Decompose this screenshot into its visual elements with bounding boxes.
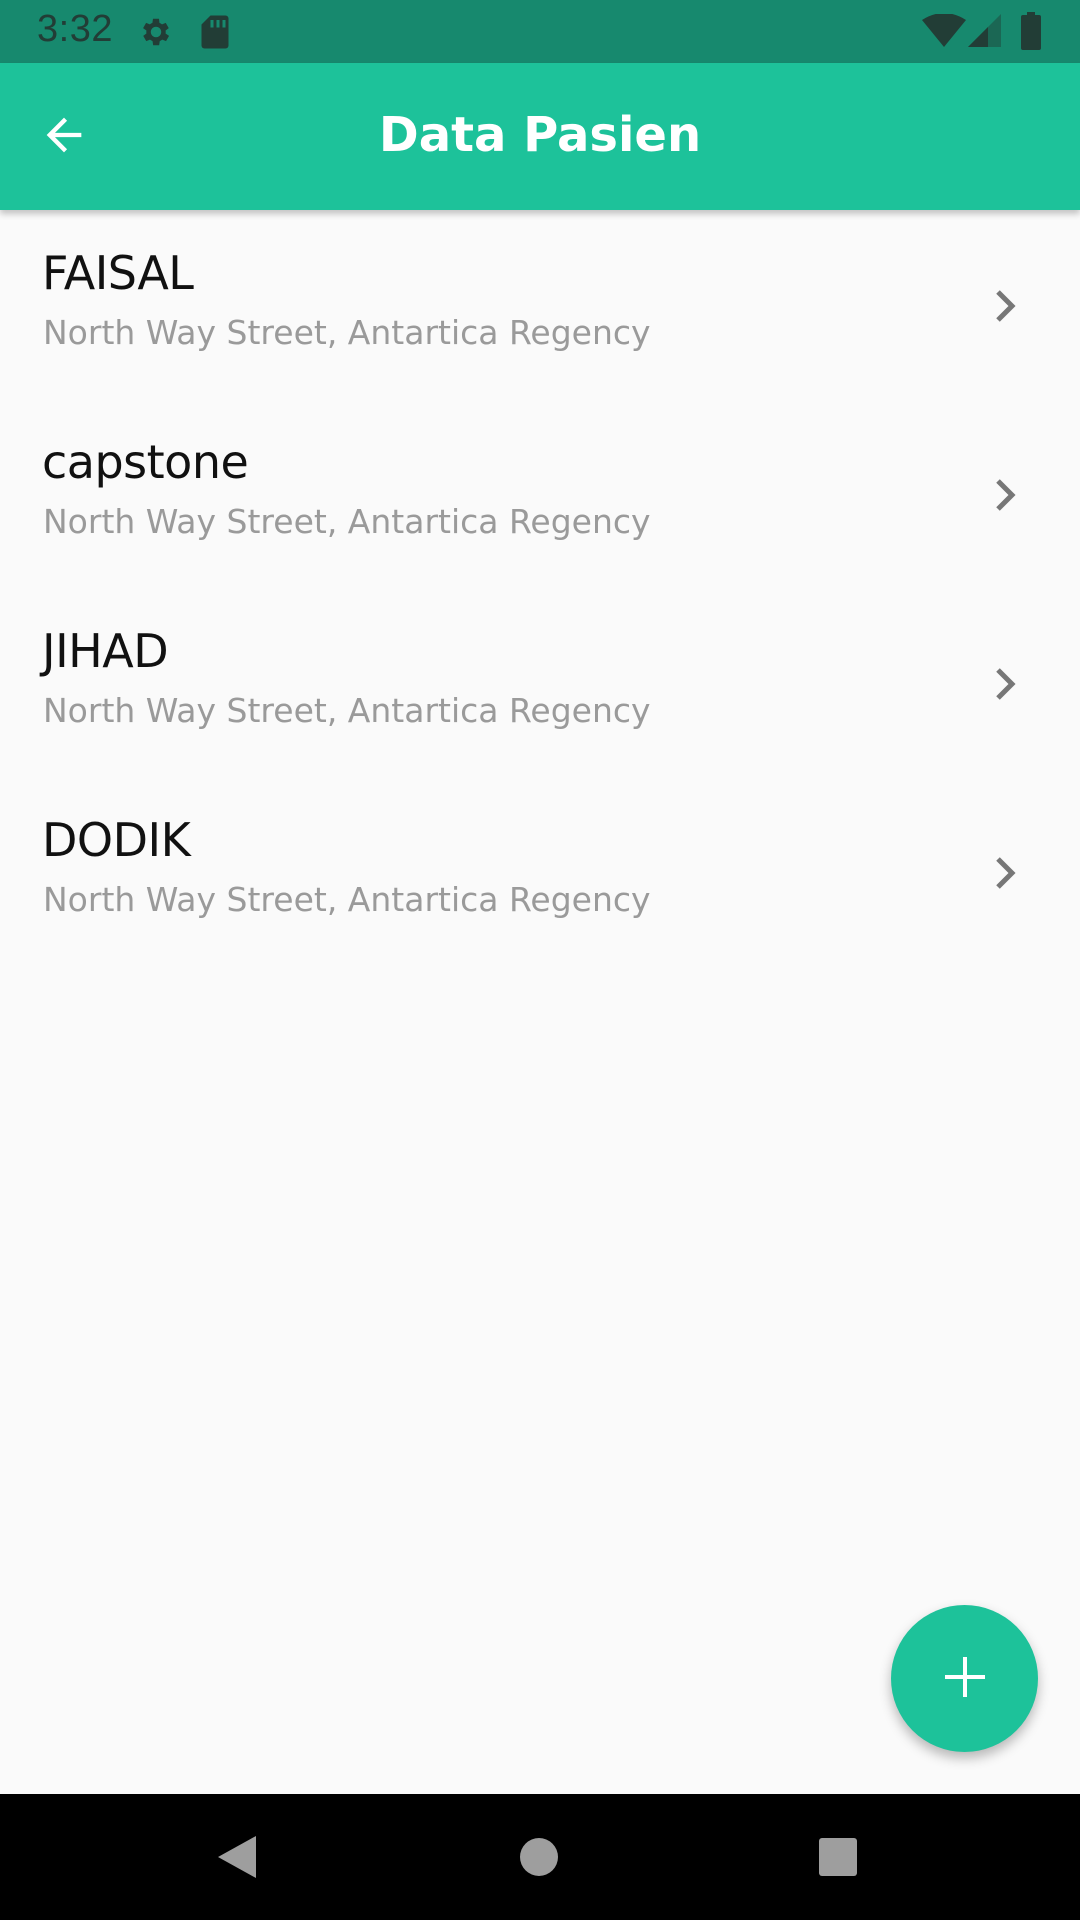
nav-home-button[interactable] — [519, 1834, 559, 1884]
chevron-right-icon — [990, 286, 1022, 326]
sd-card-icon — [200, 14, 230, 54]
patient-name: capstone — [42, 435, 249, 489]
list-item[interactable]: DODIK North Way Street, Antartica Regenc… — [0, 777, 1080, 966]
nav-back-button[interactable] — [216, 1834, 258, 1884]
signal-icon — [968, 14, 1002, 52]
settings-icon — [138, 14, 174, 54]
chevron-right-icon — [990, 853, 1022, 893]
plus-icon — [943, 1655, 987, 1703]
chevron-right-icon — [990, 664, 1022, 704]
status-bar: 3:32 — [0, 0, 1080, 63]
patient-list: FAISAL North Way Street, Antartica Regen… — [0, 210, 1080, 966]
battery-icon — [1020, 12, 1042, 54]
app-bar: Data Pasien — [0, 63, 1080, 210]
recents-square-icon — [817, 1834, 859, 1884]
patient-address: North Way Street, Antartica Regency — [43, 880, 651, 919]
list-item[interactable]: FAISAL North Way Street, Antartica Regen… — [0, 210, 1080, 399]
wifi-icon — [922, 13, 966, 52]
add-patient-button[interactable] — [891, 1605, 1038, 1752]
patient-name: FAISAL — [42, 246, 194, 300]
chevron-right-icon — [990, 475, 1022, 515]
status-time: 3:32 — [37, 8, 113, 50]
patient-address: North Way Street, Antartica Regency — [43, 691, 651, 730]
list-item[interactable]: JIHAD North Way Street, Antartica Regenc… — [0, 588, 1080, 777]
back-triangle-icon — [216, 1834, 258, 1884]
patient-name: JIHAD — [42, 624, 169, 678]
navigation-bar — [0, 1794, 1080, 1920]
page-title: Data Pasien — [378, 107, 702, 163]
nav-recents-button[interactable] — [817, 1834, 859, 1884]
patient-address: North Way Street, Antartica Regency — [43, 313, 651, 352]
patient-name: DODIK — [42, 813, 191, 867]
home-circle-icon — [519, 1834, 559, 1884]
patient-address: North Way Street, Antartica Regency — [43, 502, 651, 541]
list-item[interactable]: capstone North Way Street, Antartica Reg… — [0, 399, 1080, 588]
screen: 3:32 Data Pasien FAISAL North Way Street… — [0, 0, 1080, 1920]
